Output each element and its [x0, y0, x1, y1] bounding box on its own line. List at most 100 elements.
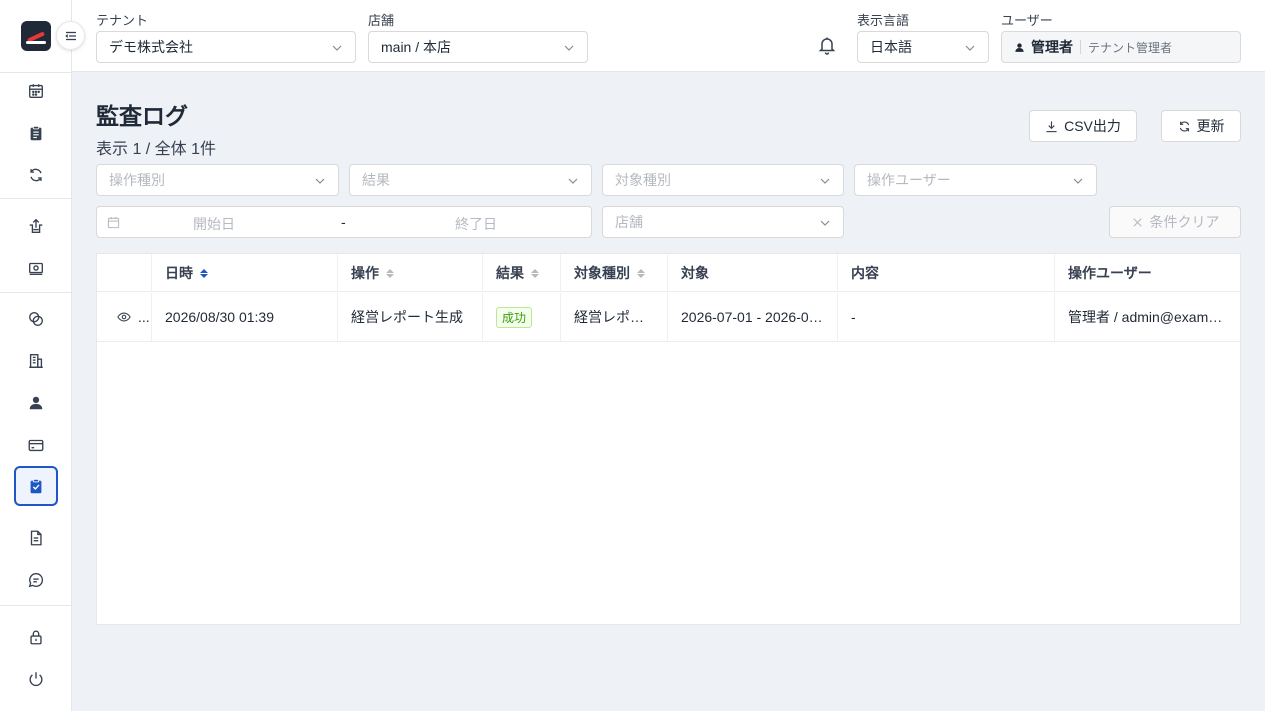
- cell-target: 2026-07-01 - 2026-07-31: [668, 293, 838, 341]
- lock-icon: [30, 630, 42, 645]
- download-icon: [1046, 120, 1057, 132]
- cell-operation-user: 管理者 / admin@example.com: [1055, 293, 1242, 341]
- column-header-datetime[interactable]: 日時: [152, 254, 338, 292]
- csv-export-label: CSV出力: [1064, 118, 1121, 134]
- page-title: 監査ログ: [96, 103, 188, 129]
- chevron-down-icon: [820, 178, 830, 184]
- user-info[interactable]: 管理者 テナント管理者: [1001, 31, 1241, 63]
- tenant-select-value: デモ株式会社: [109, 39, 193, 55]
- clear-filters-button[interactable]: 条件クリア: [1109, 206, 1241, 238]
- column-header-result[interactable]: 結果: [483, 254, 561, 292]
- cell-operation-user-text: 管理者 / admin@example.com: [1068, 309, 1242, 325]
- sort-icon[interactable]: [200, 268, 208, 278]
- chevron-down-icon: [564, 45, 574, 51]
- column-header-label: 対象種別: [574, 265, 630, 281]
- audit-clipboard-icon: [30, 478, 42, 494]
- date-separator: -: [341, 214, 346, 230]
- chat-icon: [28, 573, 44, 588]
- sidebar-item-building[interactable]: [14, 341, 58, 381]
- sidebar-divider: [0, 605, 71, 606]
- document-icon: [30, 530, 42, 546]
- store-filter[interactable]: 店舗: [602, 206, 844, 238]
- language-select[interactable]: 日本語: [857, 31, 989, 63]
- more-actions-ellipsis[interactable]: ...: [138, 309, 150, 325]
- cell-target-type: 経営レポート: [561, 293, 668, 341]
- row-actions-cell: ...: [97, 293, 152, 341]
- column-header-content: 内容: [838, 254, 1055, 292]
- column-header-target: 対象: [668, 254, 838, 292]
- store-filter-placeholder: 店舗: [615, 214, 643, 230]
- sidebar-item-money[interactable]: [14, 248, 58, 288]
- chevron-down-icon: [332, 45, 342, 51]
- sidebar-item-export[interactable]: [14, 206, 58, 246]
- record-count: 表示 1 / 全体 1件: [96, 141, 217, 158]
- refresh-button[interactable]: 更新: [1161, 110, 1241, 142]
- sidebar-item-credit-card[interactable]: [14, 425, 58, 465]
- money-icon: [29, 262, 43, 275]
- status-badge: 成功: [496, 306, 533, 328]
- user-label: ユーザー: [1001, 13, 1053, 28]
- target-type-placeholder: 対象種別: [615, 172, 671, 188]
- column-header-operation[interactable]: 操作: [338, 254, 483, 292]
- sort-icon[interactable]: [386, 268, 394, 278]
- end-date-input[interactable]: 終了日: [455, 214, 497, 234]
- store-label: 店舗: [368, 13, 395, 28]
- target-type-filter[interactable]: 対象種別: [602, 164, 844, 196]
- refresh-label: 更新: [1196, 118, 1225, 134]
- store-select[interactable]: main / 本店: [368, 31, 588, 63]
- csv-export-button[interactable]: CSV出力: [1029, 110, 1137, 142]
- sidebar-item-calendar[interactable]: [14, 71, 58, 111]
- column-header-label: 結果: [496, 265, 524, 281]
- start-date-input[interactable]: 開始日: [193, 214, 235, 234]
- sidebar-item-chat[interactable]: [14, 560, 58, 600]
- power-icon: [29, 672, 43, 687]
- chevron-down-icon: [568, 178, 578, 184]
- chevron-down-icon: [965, 45, 975, 51]
- user-role: テナント管理者: [1088, 40, 1173, 55]
- language-select-value: 日本語: [870, 39, 912, 55]
- sidebar-item-coins[interactable]: [14, 299, 58, 339]
- sidebar-item-sync[interactable]: [14, 155, 58, 195]
- top-header: テナント デモ株式会社 店舗 main / 本店 表示言語 日本語 ユーザー 管…: [72, 0, 1265, 72]
- calendar-icon: [107, 216, 120, 229]
- result-placeholder: 結果: [362, 172, 390, 188]
- operation-user-filter[interactable]: 操作ユーザー: [854, 164, 1097, 196]
- refresh-icon: [1179, 121, 1189, 131]
- eye-icon[interactable]: [117, 310, 131, 324]
- table-header: 日時 操作 結果 対象種別 対象 内容 操作ユーザー: [97, 254, 1240, 292]
- sidebar-collapse-button[interactable]: [56, 21, 85, 50]
- operation-user-placeholder: 操作ユーザー: [867, 172, 951, 188]
- sidebar-item-document[interactable]: [14, 518, 58, 558]
- column-header-target-type[interactable]: 対象種別: [561, 254, 668, 292]
- cell-content: -: [838, 293, 1055, 341]
- operation-type-filter[interactable]: 操作種別: [96, 164, 339, 196]
- sidebar-item-lock[interactable]: [14, 617, 58, 657]
- column-header-label: 操作: [351, 265, 379, 281]
- sidebar-item-clipboard[interactable]: [14, 113, 58, 153]
- sidebar-item-user[interactable]: [14, 383, 58, 423]
- tenant-select[interactable]: デモ株式会社: [96, 31, 356, 63]
- result-filter[interactable]: 結果: [349, 164, 592, 196]
- chevron-down-icon: [1073, 178, 1083, 184]
- sidebar-item-logout[interactable]: [14, 659, 58, 699]
- cell-operation: 経営レポート生成: [338, 293, 483, 341]
- audit-log-table: 日時 操作 結果 対象種別 対象 内容 操作ユーザー ... 2026/08/3…: [96, 253, 1242, 625]
- clear-filters-label: 条件クリア: [1149, 214, 1220, 230]
- notification-bell-icon[interactable]: [817, 35, 837, 55]
- user-icon: [1015, 42, 1024, 52]
- column-header-operation-user: 操作ユーザー: [1068, 265, 1152, 281]
- store-select-value: main / 本店: [381, 39, 452, 55]
- sort-icon[interactable]: [531, 268, 539, 278]
- calendar-icon: [29, 84, 43, 98]
- column-header-label: 日時: [165, 265, 193, 281]
- app-logo[interactable]: [21, 21, 51, 51]
- building-icon: [29, 354, 43, 368]
- sidebar-item-audit-log[interactable]: [14, 466, 58, 506]
- date-range-picker[interactable]: 開始日 - 終了日: [96, 206, 592, 238]
- cell-target-text: 2026-07-01 - 2026-07-31: [681, 309, 837, 325]
- sort-icon[interactable]: [637, 268, 645, 278]
- table-row[interactable]: ... 2026/08/30 01:39 経営レポート生成 成功 経営レポート …: [97, 293, 1242, 342]
- chevron-down-icon: [820, 220, 830, 226]
- coins-icon: [29, 312, 43, 326]
- cell-datetime: 2026/08/30 01:39: [152, 293, 338, 341]
